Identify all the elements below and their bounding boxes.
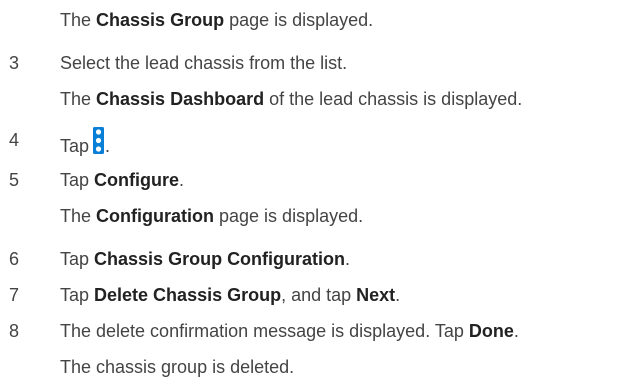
step-text: Tap Delete Chassis Group, and tap Next. [60, 282, 400, 308]
step-number: 8 [9, 321, 20, 341]
kebab-menu-icon [93, 127, 105, 154]
text-run: Tap [60, 136, 90, 156]
ui-term: Chassis Group [96, 10, 225, 30]
step-text: The Chassis Dashboard of the lead chassi… [60, 86, 522, 112]
kebab-dot [95, 129, 102, 135]
text-run: , and tap [281, 285, 357, 305]
step-text: The Configuration page is displayed. [60, 203, 363, 229]
text-run: Tap [60, 170, 95, 190]
step-text: Select the lead chassis from the list. [60, 50, 347, 76]
step-text: The Chassis Group page is displayed. [60, 7, 373, 33]
kebab-dot [95, 137, 102, 144]
text-run: . [513, 321, 519, 341]
step-text: The chassis group is deleted. [60, 354, 294, 380]
text-run: Tap [60, 285, 95, 305]
text-run: The [60, 206, 97, 226]
kebab-dot [95, 146, 102, 152]
procedure-document: The Chassis Group page is displayed. 3 S… [0, 0, 623, 387]
step-text: Tap . [60, 127, 110, 159]
text-run: of the lead chassis is displayed. [264, 89, 523, 109]
text-run: page is displayed. [214, 206, 364, 226]
ui-term: Done [468, 321, 514, 341]
step-number: 3 [9, 53, 20, 73]
ui-term: Configuration [96, 206, 215, 226]
text-run: The delete confirmation message is displ… [60, 321, 469, 341]
text-run: Select the lead chassis from the list. [60, 53, 348, 73]
text-run: The chassis group is deleted. [60, 357, 295, 377]
step-text: The delete confirmation message is displ… [60, 318, 519, 344]
ui-term: Next [356, 285, 396, 305]
step-text: Tap Chassis Group Configuration. [60, 246, 350, 272]
text-run: . [345, 249, 351, 269]
step-number: 4 [9, 130, 20, 150]
text-run: . [395, 285, 401, 305]
text-run: Tap [60, 249, 95, 269]
step-number: 6 [9, 249, 20, 269]
step-text: Tap Configure. [60, 167, 184, 193]
ui-term: Delete Chassis Group [94, 285, 282, 305]
text-run: The [60, 89, 97, 109]
step-number: 5 [9, 170, 20, 190]
text-run: The [60, 10, 97, 30]
text-run: . [105, 136, 111, 156]
step-number: 7 [9, 285, 20, 305]
text-run: page is displayed. [224, 10, 374, 30]
text-run: . [179, 170, 185, 190]
ui-term: Chassis Group Configuration [94, 249, 346, 269]
ui-term: Configure [94, 170, 180, 190]
ui-term: Chassis Dashboard [96, 89, 265, 109]
